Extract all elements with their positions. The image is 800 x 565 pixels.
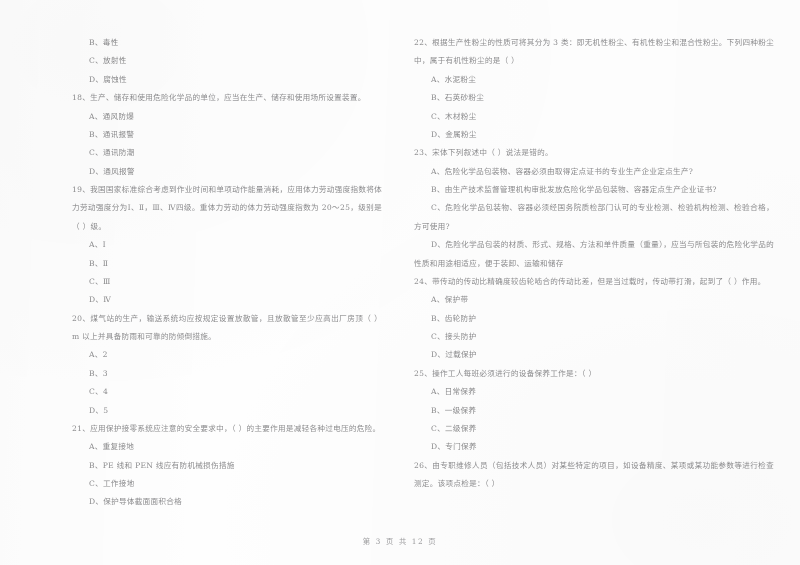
option-line: B、3 xyxy=(89,368,108,378)
question-stem: 18、生产、储存和使用危险化学品的单位，应当在生产、储存和使用场所设置装置。 xyxy=(72,93,366,103)
right-column: 22、根据生产性粉尘的性质可将其分为 3 类：即无机性粉尘、有机性粉尘和混合性粉… xyxy=(400,34,800,512)
option-line: C、危险化学品包装物、容器必须经国务院质检部门认可的专业检测、检验机构检测、检验… xyxy=(414,203,774,231)
question-stem: 23、宋体下列叙述中（ ）说法是错的。 xyxy=(414,148,553,158)
option-line: B、毒性 xyxy=(89,38,119,47)
option-line: B、石英砂粉尘 xyxy=(431,93,485,103)
question-stem: 24、带传动的传动比精确度较齿轮啮合的传动比差，但是当过载时，传动带打滑，起到了… xyxy=(414,276,766,286)
option-line: D、过载保护 xyxy=(431,350,477,360)
option-line: D、金属粉尘 xyxy=(431,129,477,139)
option-line: C、4 xyxy=(89,387,109,397)
option-line: A、通风防爆 xyxy=(89,111,135,121)
option-line: B、一级保养 xyxy=(431,405,477,415)
option-line: A、日常保养 xyxy=(431,387,477,397)
option-line: A、保护带 xyxy=(431,295,469,305)
option-line: C、木材粉尘 xyxy=(431,111,477,121)
option-line: B、PE 线和 PEN 线应有防机械损伤措施 xyxy=(89,460,235,470)
question-stem: 21、应用保护接零系统应注意的安全要求中，（ ）的主要作用是减轻各种过电压的危险… xyxy=(72,423,381,433)
option-line: C、放射性 xyxy=(89,56,127,66)
option-line: C、通讯防潮 xyxy=(89,148,135,158)
option-line: D、5 xyxy=(89,405,109,415)
option-line: C、Ⅲ xyxy=(89,276,111,286)
option-line: A、危险化学品包装物、容器必须由取得定点证书的专业生产企业定点生产? xyxy=(431,166,694,176)
option-line: B、齿轮防护 xyxy=(431,313,477,323)
question-stem: 25、操作工人每班必须进行的设备保养工作是：（ ） xyxy=(414,368,597,378)
option-line: A、2 xyxy=(89,350,108,360)
option-line: A、Ⅰ xyxy=(89,240,106,250)
option-line: C、二级保养 xyxy=(431,423,477,433)
option-line: C、接头防护 xyxy=(431,332,477,341)
option-line: A、重复接地 xyxy=(89,442,135,452)
page-footer: 第 3 页 共 12 页 xyxy=(362,537,438,546)
scanned-page: B、毒性 C、放射性 D、腐蚀性 18、生产、储存和使用危险化学品的单位，应当在… xyxy=(0,0,800,565)
option-line: D、危险化学品包装的材质、形式、规格、方法和单件质量（重量），应当与所包装的危险… xyxy=(414,240,774,268)
option-line: B、Ⅱ xyxy=(89,258,109,268)
two-column-body: B、毒性 C、放射性 D、腐蚀性 18、生产、储存和使用危险化学品的单位，应当在… xyxy=(0,34,800,512)
left-column: B、毒性 C、放射性 D、腐蚀性 18、生产、储存和使用危险化学品的单位，应当在… xyxy=(0,34,400,512)
question-stem: 26、由专职维修人员（包括技术人员）对某些特定的项目，如设备精度、某项或某功能参… xyxy=(414,460,774,488)
question-stem: 22、根据生产性粉尘的性质可将其分为 3 类：即无机性粉尘、有机性粉尘和混合性粉… xyxy=(414,38,774,66)
option-line: D、专门保养 xyxy=(431,442,477,452)
option-line: D、腐蚀性 xyxy=(89,74,127,84)
option-line: B、由生产技术监督管理机构审批发放危险化学品包装物、容器定点生产企业证书? xyxy=(431,185,717,194)
option-line: D、Ⅳ xyxy=(89,295,112,305)
option-line: C、工作接地 xyxy=(89,479,135,488)
option-line: B、通讯报警 xyxy=(89,129,135,139)
option-line: D、通风报警 xyxy=(89,166,135,176)
question-stem: 19、我国国家标准综合考虑到作业时间和单项动作能量消耗，应用体力劳动强度指数将体… xyxy=(72,185,382,231)
option-line: A、水泥粉尘 xyxy=(431,74,477,84)
option-line: D、保护导体截面面积合格 xyxy=(89,497,182,507)
question-stem: 20、煤气站的生产，输送系统均应按规定设置放散管，且放散管至少应高出厂房顶（ ）… xyxy=(72,313,382,341)
